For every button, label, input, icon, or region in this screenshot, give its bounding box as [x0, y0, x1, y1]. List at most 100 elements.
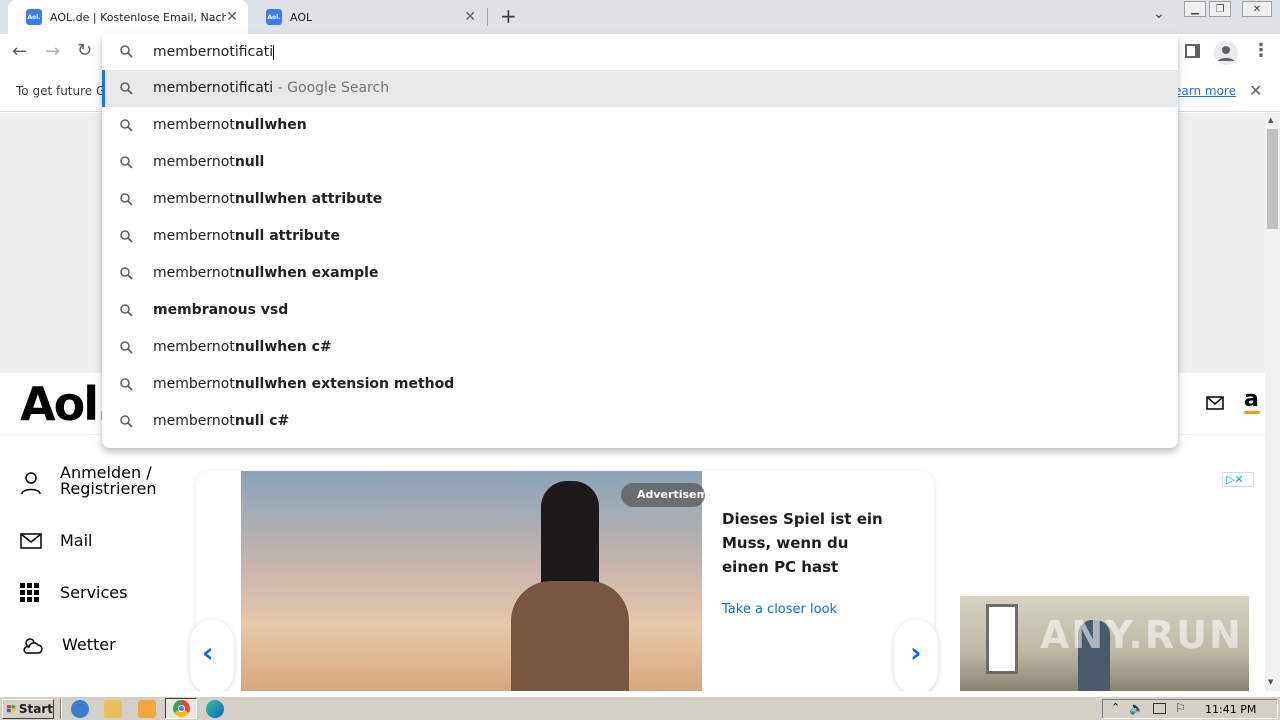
- clock[interactable]: 11:41 PM: [1205, 703, 1256, 716]
- mail-header-icon[interactable]: [1206, 395, 1224, 414]
- ad-carousel-card: Advertisem Dieses Spiel ist ein Muss, we…: [196, 471, 934, 691]
- search-icon: [120, 304, 133, 317]
- sidebar-item-services[interactable]: Services: [18, 577, 188, 607]
- media-player-icon[interactable]: [138, 700, 156, 718]
- ie-icon[interactable]: [71, 700, 89, 718]
- tab-separator: [487, 8, 488, 26]
- network-icon[interactable]: [1153, 703, 1166, 714]
- suggestion-item[interactable]: membernotnullwhen attribute: [102, 181, 1178, 218]
- ad-cta-link[interactable]: Take a closer look: [722, 602, 837, 617]
- suggestion-completion: nullwhen extension method: [234, 376, 455, 392]
- suggestion-completion: null: [234, 154, 265, 170]
- tab-title: AOL: [290, 10, 313, 24]
- ad-headline[interactable]: Dieses Spiel ist ein Muss, wenn du einen…: [722, 507, 892, 579]
- start-button[interactable]: Start: [2, 699, 54, 719]
- suggestion-item[interactable]: membranous vsd: [102, 292, 1178, 329]
- text-cursor: [273, 44, 275, 60]
- search-icon: [120, 193, 133, 206]
- suggestion-typed: membernot: [153, 154, 235, 170]
- page-scrollbar[interactable]: ▲ ▼: [1265, 113, 1280, 691]
- suggestion-completion: null attribute: [234, 228, 340, 244]
- start-label: Start: [18, 702, 53, 716]
- close-window-button[interactable]: ✕: [1242, 1, 1272, 17]
- flag-icon[interactable]: ⚐: [1175, 701, 1186, 715]
- ad-image[interactable]: Advertisem: [241, 471, 705, 691]
- sidebar-item-label: Wetter: [62, 635, 116, 654]
- search-icon: [120, 267, 133, 280]
- taskbar-chrome-button[interactable]: [165, 698, 197, 719]
- sidebar-item-weather[interactable]: Wetter: [18, 629, 188, 659]
- carousel-prev-button[interactable]: ‹: [190, 620, 234, 691]
- suggestion-item[interactable]: membernotnullwhen: [102, 107, 1178, 144]
- suggestion-typed: membernot: [153, 117, 235, 133]
- sidebar-item-label: Mail: [60, 531, 93, 550]
- menu-kebab-icon[interactable]: ⋮: [1252, 40, 1270, 61]
- omnibox-dropdown: membernotificati membernotificati - Goog…: [102, 34, 1178, 448]
- suggestion-typed: membernotificati: [153, 80, 274, 96]
- learn-more-link[interactable]: earn more: [1174, 84, 1236, 98]
- suggestion-text: membernotificati - Google Search: [153, 80, 389, 96]
- suggestion-text: membernotnullwhen extension method: [153, 376, 454, 392]
- side-ad-window: [986, 604, 1018, 674]
- close-tab-icon[interactable]: ✕: [464, 9, 476, 25]
- search-icon: [120, 119, 133, 132]
- suggestion-typed: membernot: [153, 413, 235, 429]
- minimize-button[interactable]: ▁: [1184, 1, 1206, 17]
- folder-icon[interactable]: [104, 700, 122, 718]
- sidebar-item-mail[interactable]: Mail: [18, 525, 188, 555]
- suggestion-text: membernotnullwhen: [153, 117, 307, 133]
- search-icon: [120, 230, 133, 243]
- tab-aol-de[interactable]: Aol. AOL.de | Kostenlose Email, Nachrich…: [8, 0, 248, 34]
- suggestion-text: membernotnullwhen c#: [153, 339, 332, 355]
- suggestion-item[interactable]: membernotnull: [102, 144, 1178, 181]
- carousel-next-button[interactable]: ›: [894, 620, 938, 691]
- info-bar-text: To get future G: [16, 84, 106, 98]
- user-icon: [21, 472, 41, 495]
- mail-icon: [20, 533, 42, 549]
- scrollbar-thumb[interactable]: [1267, 129, 1278, 229]
- suggestion-typed: membernot: [153, 376, 235, 392]
- ad-figure-body: [511, 581, 629, 691]
- side-panel-icon[interactable]: [1185, 44, 1200, 58]
- aol-logo[interactable]: Aol.: [20, 377, 114, 431]
- suggestion-item[interactable]: membernotnull attribute: [102, 218, 1178, 255]
- back-arrow-icon[interactable]: ←: [12, 41, 27, 62]
- aol-favicon-icon: Aol.: [26, 9, 42, 25]
- suggestion-item[interactable]: membernotnull c#: [102, 403, 1178, 440]
- reload-icon[interactable]: ↻: [77, 40, 92, 61]
- sidebar-item-login[interactable]: Anmelden / Registrieren: [18, 463, 188, 507]
- forward-arrow-icon[interactable]: →: [45, 41, 60, 62]
- suggestion-item[interactable]: membernotnullwhen extension method: [102, 366, 1178, 403]
- amazon-smile-icon: [1244, 411, 1260, 414]
- profile-avatar-icon[interactable]: [1214, 41, 1238, 65]
- search-icon: [120, 82, 133, 95]
- adchoices-icon[interactable]: ▷✕: [1222, 472, 1254, 487]
- tray-expand-icon[interactable]: ⌃: [1111, 701, 1120, 714]
- suggestion-item[interactable]: membernotnullwhen c#: [102, 329, 1178, 366]
- volume-icon[interactable]: 🔈: [1129, 701, 1144, 715]
- search-icon: [120, 378, 133, 391]
- suggestion-item[interactable]: membernotnullwhen example: [102, 255, 1178, 292]
- new-tab-button[interactable]: +: [500, 4, 517, 28]
- suggestion-completion: nullwhen attribute: [234, 191, 383, 207]
- suggestion-item[interactable]: membernotificati - Google Search: [102, 70, 1178, 107]
- address-bar[interactable]: membernotificati: [102, 34, 1178, 70]
- system-tray: ⌃ 🔈 ⚐ 11:41 PM: [1102, 699, 1278, 719]
- suggestion-text: membernotnullwhen example: [153, 265, 378, 281]
- grid-icon: [20, 583, 39, 602]
- address-bar-input[interactable]: membernotificati: [153, 44, 275, 60]
- suggestion-text: membernotnull attribute: [153, 228, 340, 244]
- amazon-icon[interactable]: a: [1244, 387, 1259, 412]
- tab-aol[interactable]: Aol. AOL ✕: [248, 0, 486, 34]
- tab-search-chevron-icon[interactable]: ⌄: [1153, 6, 1165, 22]
- sidebar-item-label: Anmelden / Registrieren: [60, 463, 157, 498]
- suggestion-suffix: - Google Search: [273, 80, 390, 96]
- suggestion-text: membernotnull c#: [153, 413, 289, 429]
- suggestion-completion: null c#: [234, 413, 290, 429]
- edge-icon[interactable]: [206, 700, 224, 718]
- tab-strip: Aol. AOL.de | Kostenlose Email, Nachrich…: [0, 0, 1280, 34]
- close-tab-icon[interactable]: ✕: [226, 9, 238, 25]
- suggestion-text: membernotnullwhen attribute: [153, 191, 382, 207]
- close-info-bar-icon[interactable]: ✕: [1249, 81, 1262, 100]
- restore-button[interactable]: ❐: [1209, 1, 1231, 17]
